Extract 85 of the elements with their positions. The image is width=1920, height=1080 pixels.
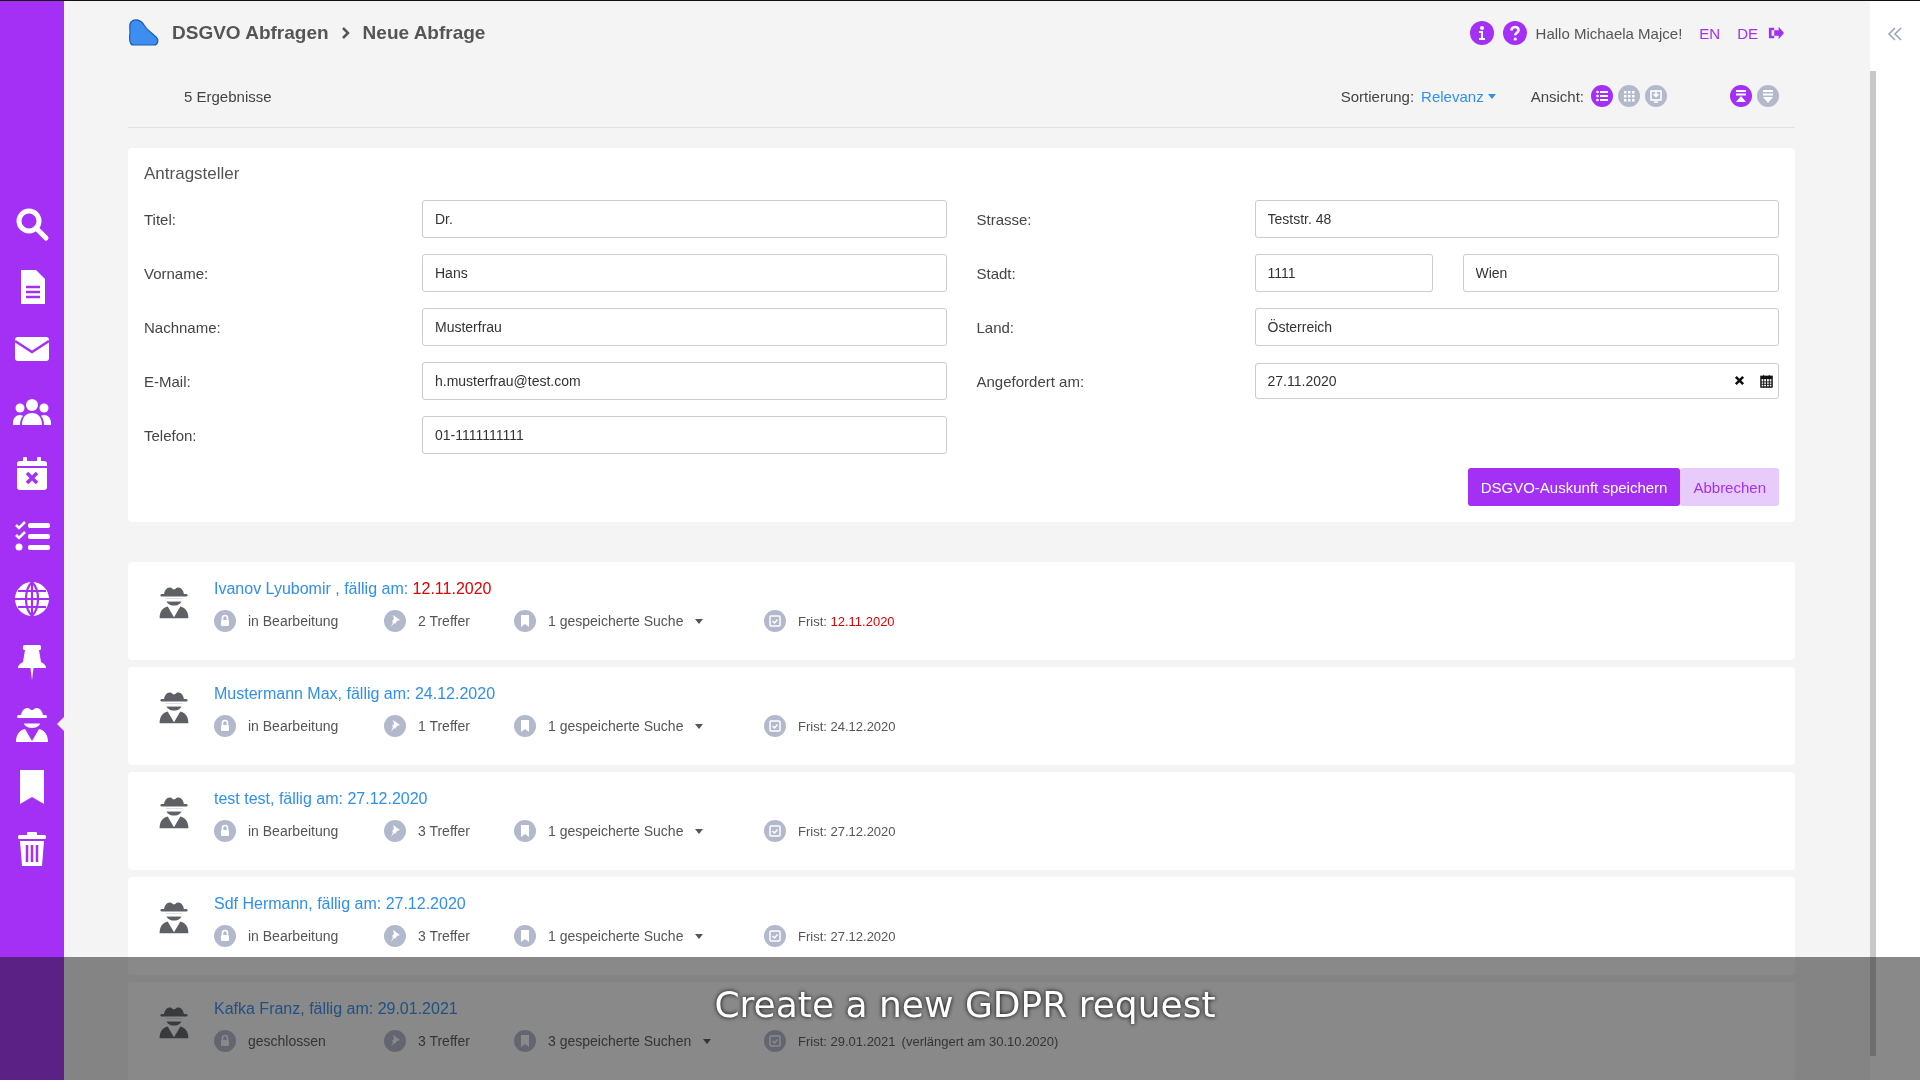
view-label: Ansicht: — [1530, 88, 1584, 105]
extension-text: (verlängert am 30.10.2020) — [901, 1033, 1059, 1049]
info-icon[interactable] — [1469, 21, 1494, 46]
field-label: Telefon: — [144, 426, 198, 444]
list-view-icon[interactable] — [1591, 85, 1613, 108]
hits-text: 2 Treffer — [418, 613, 470, 629]
bookmark-icon — [514, 715, 536, 737]
field-label: E-Mail: — [144, 372, 192, 390]
field-label: Land: — [976, 318, 1016, 336]
status-text: in Bearbeitung — [248, 613, 339, 629]
collapse-icon[interactable] — [1887, 27, 1903, 41]
deadline-text: Frist: 29.01.2021 — [798, 1033, 896, 1049]
deadline-text: Frist: 12.11.2020 — [798, 613, 895, 629]
caret-icon — [695, 723, 704, 729]
field-label: Angefordert am: — [976, 372, 1086, 390]
saved-searches-dropdown[interactable]: 1 gespeicherte Suche — [548, 718, 704, 734]
hits-text: 3 Treffer — [418, 928, 470, 944]
hits-text: 3 Treffer — [418, 1033, 470, 1049]
lock-icon — [214, 925, 236, 947]
field-label: Titel: — [144, 210, 177, 228]
caret-icon — [695, 618, 704, 624]
scrollbar[interactable] — [1870, 71, 1876, 1056]
calendar-check-icon — [764, 1030, 786, 1052]
lock-icon — [214, 610, 236, 632]
saved-searches-dropdown[interactable]: 1 gespeicherte Suche — [548, 928, 704, 944]
status-text: geschlossen — [248, 1033, 326, 1049]
hits-text: 1 Treffer — [418, 718, 470, 734]
lock-icon — [214, 1030, 236, 1052]
input-field[interactable]: Österreich — [1254, 308, 1779, 346]
bookmark-icon — [514, 610, 536, 632]
breadcrumb-current: Neue Abfrage — [362, 22, 486, 45]
input-field[interactable]: Wien — [1462, 254, 1779, 292]
saved-searches-dropdown[interactable]: 1 gespeicherte Suche — [548, 823, 704, 839]
saved-searches-dropdown[interactable]: 3 gespeicherte Suchen — [548, 1033, 712, 1049]
field-label: Stadt: — [976, 264, 1017, 282]
calendar-check-icon — [764, 610, 786, 632]
bookmark-icon — [514, 1030, 536, 1052]
hits-text: 3 Treffer — [418, 823, 470, 839]
clear-icon[interactable] — [1734, 375, 1745, 386]
bookmark-icon — [514, 820, 536, 842]
caret-icon — [695, 933, 704, 939]
deadline-text: Frist: 24.12.2020 — [798, 718, 896, 734]
input-field[interactable]: 01-1111111111 — [422, 416, 947, 454]
caption-text: Create a new GDPR request — [714, 987, 1216, 1023]
field-label: Nachname: — [144, 318, 222, 336]
status-text: in Bearbeitung — [248, 823, 339, 839]
caret-icon — [703, 1038, 712, 1044]
field-label: Strasse: — [976, 210, 1033, 228]
input-field[interactable]: h.musterfrau@test.com — [422, 362, 947, 400]
deadline-text: Frist: 27.12.2020 — [798, 928, 896, 944]
language-link[interactable]: EN — [1699, 25, 1721, 42]
saved-searches-dropdown[interactable]: 1 gespeicherte Suche — [548, 613, 704, 629]
language-link[interactable]: DE — [1737, 25, 1758, 42]
breadcrumb-link[interactable]: DSGVO Abfragen — [172, 22, 329, 45]
calendar-check-icon — [764, 820, 786, 842]
results-count: 5 Ergebnisse — [184, 88, 272, 105]
calendar-icon[interactable] — [1760, 374, 1773, 388]
chevron-right-icon — [340, 26, 351, 41]
logo-icon — [128, 19, 160, 48]
input-field[interactable]: Hans — [422, 254, 947, 292]
lock-icon — [214, 715, 236, 737]
date-field[interactable]: 27.11.2020 — [1254, 363, 1779, 399]
save-button[interactable]: DSGVO-Auskunft speichern — [1467, 468, 1681, 506]
calendar-check-icon — [764, 715, 786, 737]
globe-icon — [12, 579, 52, 619]
calendar-check-icon — [764, 925, 786, 947]
sort-label: Sortierung: — [1340, 88, 1415, 105]
request-link[interactable]: Ivanov Lyubomir , fällig am: 12.11.2020 — [214, 580, 492, 598]
form-title: Antragsteller — [144, 164, 241, 184]
caret-icon — [1487, 94, 1496, 99]
caret-icon — [695, 828, 704, 834]
sort-up-icon[interactable] — [1730, 85, 1752, 108]
active-pointer — [57, 717, 64, 731]
help-icon[interactable] — [1502, 21, 1527, 46]
status-text: in Bearbeitung — [248, 928, 339, 944]
lock-icon — [214, 820, 236, 842]
field-label: Vorname: — [144, 264, 210, 282]
greeting-text: Hallo Michaela Majce! — [1535, 25, 1683, 42]
input-field[interactable]: 1111 — [1254, 254, 1433, 292]
input-field[interactable]: Musterfrau — [422, 308, 947, 346]
bookmark-icon — [514, 925, 536, 947]
input-field[interactable]: Teststr. 48 — [1254, 200, 1779, 238]
status-text: in Bearbeitung — [248, 718, 339, 734]
input-field[interactable]: Dr. — [422, 200, 947, 238]
deadline-text: Frist: 27.12.2020 — [798, 823, 896, 839]
